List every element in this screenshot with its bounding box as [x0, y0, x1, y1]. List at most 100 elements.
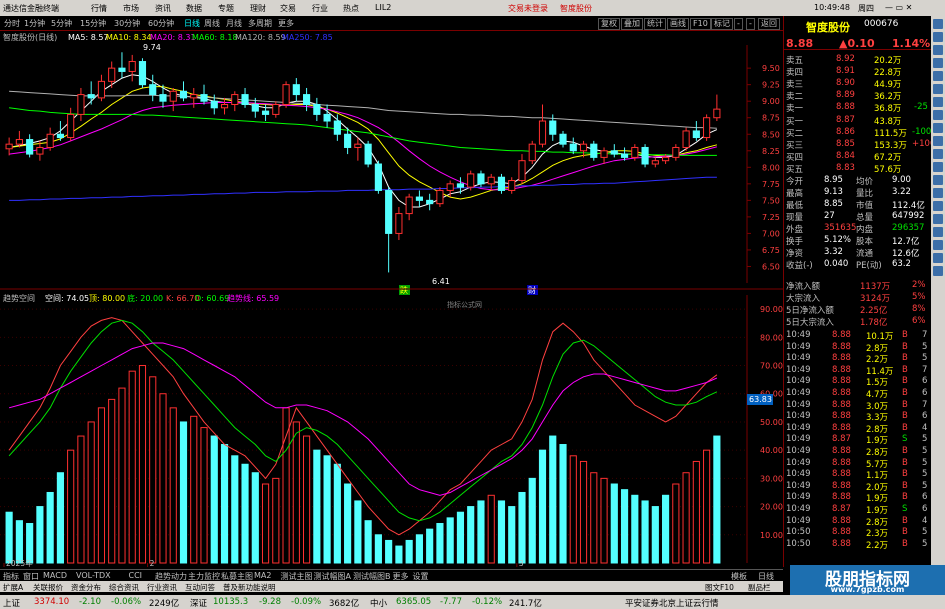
space-bar	[405, 539, 413, 564]
btn-draw[interactable]: 画线	[667, 18, 689, 30]
bid-row: 买一 8.87 43.8万	[784, 114, 931, 127]
tool-icon[interactable]	[933, 227, 943, 237]
tool-icon[interactable]	[933, 162, 943, 172]
tick-time: 10:50	[786, 527, 811, 538]
sub-tick-label: 90.00	[760, 305, 783, 314]
tab-period-8[interactable]: 月线	[226, 18, 242, 29]
indicator-tab-8[interactable]: MA2	[254, 571, 271, 580]
tab-period-7[interactable]: 周线	[204, 18, 220, 29]
menu-hot[interactable]: 热点	[343, 3, 359, 14]
tool-icon[interactable]	[933, 175, 943, 185]
info-tab-3[interactable]: 综合资讯	[109, 582, 139, 593]
space-bar	[579, 460, 588, 564]
tab-period-0[interactable]: 分时	[4, 18, 20, 29]
tick-count: 6	[922, 504, 928, 514]
tool-icon[interactable]	[933, 149, 943, 159]
candle-body	[610, 150, 618, 155]
tool-icon[interactable]	[933, 201, 943, 211]
info-tab-4[interactable]: 行业资讯	[147, 582, 177, 593]
indicator-tab-3[interactable]: VOL-TDX	[76, 571, 111, 580]
space-bar	[292, 421, 300, 564]
sub-tick-label: 40.00	[760, 446, 783, 455]
tick-count: 5	[922, 527, 928, 538]
tool-icon[interactable]	[933, 110, 943, 120]
tab-period-5[interactable]: 60分钟	[148, 18, 174, 29]
tool-icon[interactable]	[933, 97, 943, 107]
sz-chg: -9.28	[259, 597, 281, 607]
stat-value: 27	[824, 211, 835, 221]
info-right-btn-0[interactable]: 图文F10	[705, 582, 734, 593]
tool-icon[interactable]	[933, 32, 943, 42]
tick-side: B	[902, 353, 908, 364]
candle-body	[385, 189, 393, 234]
btn-dash-1[interactable]: -	[734, 18, 743, 30]
tab-period-10[interactable]: 更多	[278, 18, 294, 29]
candle-body	[538, 120, 547, 145]
tab-period-6[interactable]: 日线	[184, 18, 200, 29]
chart-area[interactable]: 6.50 6.75 7.00 7.25 7.50 7.75 8.00 8.25 8.50 8.75…	[0, 31, 783, 567]
menu-industry[interactable]: 行业	[312, 3, 328, 14]
btn-f10[interactable]: F10	[690, 18, 711, 30]
tick-row: 10:50 8.88 2.3万 B 5	[784, 526, 931, 539]
tool-icon[interactable]	[933, 45, 943, 55]
info-right-btn-1[interactable]: 副品栏	[748, 582, 771, 593]
info-tab-1[interactable]: 关联报价	[33, 582, 63, 593]
tool-icon[interactable]	[933, 136, 943, 146]
tool-icon[interactable]	[933, 123, 943, 133]
info-tab-6[interactable]: 普及新功能说明	[223, 582, 276, 593]
menu-finance[interactable]: 理财	[250, 3, 266, 14]
ma-line-ma20	[9, 102, 718, 191]
tick-price: 8.88	[832, 388, 851, 398]
tool-icon[interactable]	[933, 84, 943, 94]
btn-dash-2[interactable]: -	[746, 18, 755, 30]
mark-fall: 跌	[400, 285, 408, 295]
menu-topic[interactable]: 专题	[218, 3, 234, 14]
menu-news[interactable]: 资讯	[155, 3, 171, 14]
window-controls[interactable]: — ▭ ✕	[885, 3, 912, 12]
tool-icon[interactable]	[933, 214, 943, 224]
candle-body	[241, 94, 249, 105]
menu-hq[interactable]: 行情	[91, 3, 107, 14]
tool-icon[interactable]	[933, 266, 943, 276]
tick-side: B	[902, 492, 908, 503]
tool-icon[interactable]	[933, 240, 943, 250]
menu-trade[interactable]: 交易	[280, 3, 296, 14]
tab-period-1[interactable]: 1分钟	[24, 18, 45, 29]
btn-stats[interactable]: 统计	[644, 18, 666, 30]
menu-code[interactable]: LIL2	[375, 3, 391, 12]
tick-time: 10:49	[786, 411, 811, 422]
tick-row: 10:49 8.88 1.9万 B 6	[784, 491, 931, 504]
btn-overlay[interactable]: 叠加	[621, 18, 643, 30]
tab-period-4[interactable]: 30分钟	[114, 18, 140, 29]
menu-data[interactable]: 数据	[186, 3, 202, 14]
btn-mark[interactable]: 标记	[711, 18, 733, 30]
candle-body	[590, 143, 598, 158]
info-tab-2[interactable]: 资金分布	[71, 582, 101, 593]
tool-icon[interactable]	[933, 188, 943, 198]
tick-time: 10:50	[786, 538, 811, 549]
tab-period-2[interactable]: 5分钟	[51, 18, 72, 29]
menu-market[interactable]: 市场	[123, 3, 139, 14]
sub-center-label: 指标公式网	[447, 300, 482, 309]
index-status-bar: 上证 3374.10 -2.10 -0.06% 2249亿 深证 10135.3…	[0, 595, 945, 609]
indicator-tab-2[interactable]: MACD	[43, 571, 67, 580]
sz-name: 深证	[190, 599, 208, 609]
indicator-tab-4[interactable]: CCI	[129, 571, 143, 580]
stock-code: 000676	[864, 19, 899, 29]
tool-icon[interactable]	[933, 71, 943, 81]
btn-fuquan[interactable]: 复权	[598, 18, 620, 30]
tick-count: 4	[922, 422, 928, 433]
tab-period-9[interactable]: 多周期	[248, 18, 272, 29]
tool-icon[interactable]	[933, 19, 943, 29]
candle-body	[713, 108, 721, 119]
info-tab-5[interactable]: 互动问答	[185, 582, 215, 593]
tool-icon[interactable]	[933, 58, 943, 68]
tool-icon[interactable]	[933, 253, 943, 263]
tab-period-3[interactable]: 15分钟	[80, 18, 106, 29]
login-notice[interactable]: 交易未登录	[508, 3, 548, 14]
btn-back[interactable]: 返回	[758, 18, 780, 30]
info-tab-0[interactable]: 扩展A	[3, 582, 23, 593]
tick-row: 10:49 8.88 1.1万 B 5	[784, 468, 931, 481]
tick-side: B	[902, 388, 908, 398]
brand-link[interactable]: 智度股份	[560, 3, 592, 14]
